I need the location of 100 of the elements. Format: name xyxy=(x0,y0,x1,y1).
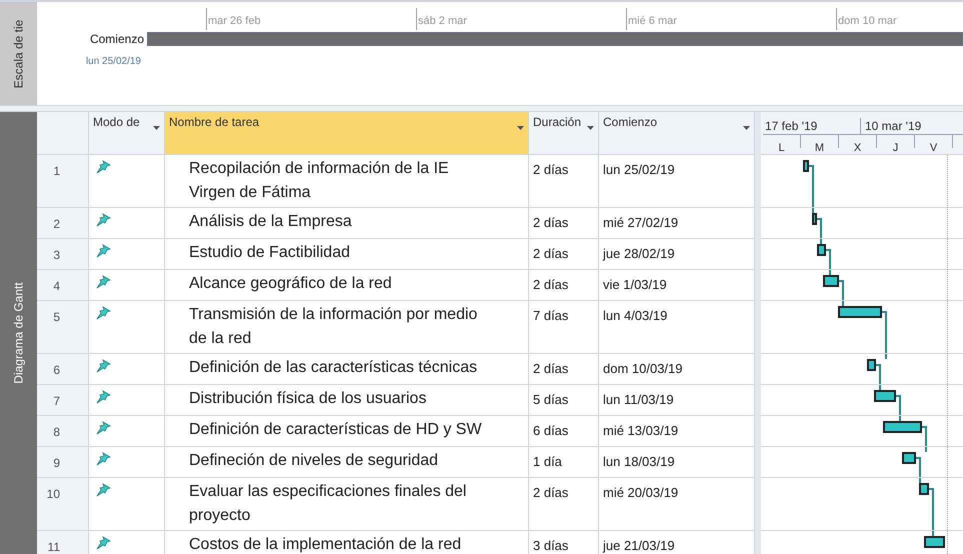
task-duration: 3 días xyxy=(533,538,568,553)
row-number: 11 xyxy=(48,540,60,554)
task-duration: 2 días xyxy=(533,162,568,177)
task-start: lun 18/03/19 xyxy=(603,454,675,469)
start-label: Comienzo xyxy=(88,31,145,48)
row-header[interactable]: 3 xyxy=(37,239,89,269)
view-side-tab[interactable]: Diagrama de Gantt xyxy=(0,112,37,554)
dropdown-caret-icon[interactable] xyxy=(153,126,160,130)
task-duration: 6 días xyxy=(533,423,568,438)
task-start: vie 1/03/19 xyxy=(603,277,667,292)
task-name: Transmisión de la información por medio de la red xyxy=(189,306,478,347)
gantt-bar[interactable] xyxy=(838,306,882,318)
gantt-bar[interactable] xyxy=(883,421,922,433)
task-name: Costos de la implementación de la red xyxy=(189,536,462,553)
task-name: Recopilación de información de la IE Virgen de Fátima xyxy=(189,160,449,201)
gantt-bar[interactable] xyxy=(812,213,817,225)
task-name: Distribución física de los usuarios xyxy=(189,390,426,407)
task-duration: 2 días xyxy=(533,215,568,230)
pushpin-icon xyxy=(95,244,111,258)
start-date: lun 25/02/19 xyxy=(86,56,141,67)
task-duration: 1 día xyxy=(533,454,562,469)
column-header[interactable]: Modo de xyxy=(89,112,165,154)
task-start: mié 20/03/19 xyxy=(603,485,678,500)
task-name: Defineción de niveles de seguridad xyxy=(189,452,438,469)
task-start: jue 28/02/19 xyxy=(603,246,675,261)
timeline-date: mar 26 feb xyxy=(207,15,261,27)
column-header[interactable]: Duración xyxy=(529,112,599,154)
task-start: mié 27/02/19 xyxy=(603,215,678,230)
task-start: lun 11/03/19 xyxy=(603,392,674,407)
timescale-period: 10 mar '19 xyxy=(860,118,922,134)
pushpin-icon xyxy=(95,213,111,227)
row-header[interactable]: 2 xyxy=(37,208,89,238)
row-number: 4 xyxy=(53,279,60,293)
timescale-day: J xyxy=(892,142,898,154)
row-header[interactable]: 5 xyxy=(37,301,89,353)
task-start: jue 21/03/19 xyxy=(603,538,675,553)
task-duration: 5 días xyxy=(533,392,568,407)
gantt-bar[interactable] xyxy=(902,452,916,464)
task-name: Análisis de la Empresa xyxy=(189,213,352,230)
task-duration: 7 días xyxy=(533,308,568,323)
task-start: lun 25/02/19 xyxy=(603,162,675,177)
gantt-bar[interactable] xyxy=(919,483,929,495)
timeline-date: sáb 2 mar xyxy=(417,15,467,27)
task-start: mié 13/03/19 xyxy=(603,423,678,438)
task-name: Estudio de Factibilidad xyxy=(189,244,350,261)
pushpin-icon xyxy=(95,483,111,497)
dropdown-caret-icon[interactable] xyxy=(517,126,524,130)
pushpin-icon xyxy=(95,359,111,373)
task-name: Evaluar las especificaciones finales del proyecto xyxy=(189,483,466,524)
row-header[interactable]: 11 xyxy=(37,531,89,554)
timescale-period: 17 feb '19 xyxy=(764,118,818,134)
task-start: dom 10/03/19 xyxy=(603,361,683,376)
row-header[interactable]: 7 xyxy=(37,385,89,415)
pushpin-icon xyxy=(95,421,111,435)
gantt-bar[interactable] xyxy=(823,275,839,287)
gantt-bar[interactable] xyxy=(867,359,876,371)
row-number: 9 xyxy=(53,456,60,470)
timescale-day: M xyxy=(814,142,824,154)
gantt-bar[interactable] xyxy=(874,390,896,402)
row-number: 8 xyxy=(53,425,60,439)
task-duration: 2 días xyxy=(533,277,568,292)
row-number: 10 xyxy=(46,487,60,501)
task-duration: 2 días xyxy=(533,246,568,261)
row-number: 3 xyxy=(53,248,60,262)
timescale-day: V xyxy=(930,142,938,154)
task-name: Alcance geográfico de la red xyxy=(189,275,392,292)
row-number: 7 xyxy=(53,394,60,408)
row-header[interactable]: 10 xyxy=(37,478,89,530)
task-duration: 2 días xyxy=(533,485,568,500)
dropdown-caret-icon[interactable] xyxy=(743,126,750,130)
pushpin-icon xyxy=(95,306,111,320)
pushpin-icon xyxy=(95,390,111,404)
timeline-side-tab[interactable]: Escala de tie xyxy=(0,2,37,105)
column-header[interactable]: Nombre de tarea xyxy=(165,112,529,154)
task-name: Definición de las características técnicas xyxy=(189,359,478,376)
corner-cell[interactable] xyxy=(37,112,89,154)
row-header[interactable]: 4 xyxy=(37,270,89,300)
task-duration: 2 días xyxy=(533,361,568,376)
row-number: 2 xyxy=(53,217,60,231)
gantt-bar[interactable] xyxy=(924,536,945,548)
row-number: 5 xyxy=(53,310,60,324)
column-header[interactable]: Comienzo xyxy=(599,112,755,154)
dropdown-caret-icon[interactable] xyxy=(587,126,594,130)
pushpin-icon xyxy=(95,160,111,174)
pushpin-icon xyxy=(95,536,111,550)
row-number: 1 xyxy=(53,164,60,178)
gantt-bar[interactable] xyxy=(817,244,826,256)
timescale-day: L xyxy=(778,142,785,154)
row-header[interactable]: 8 xyxy=(37,416,89,446)
row-header[interactable]: 1 xyxy=(37,155,89,207)
row-header[interactable]: 6 xyxy=(37,354,89,384)
pushpin-icon xyxy=(95,275,111,289)
task-name: Definición de características de HD y SW xyxy=(189,421,482,438)
timescale-day: X xyxy=(854,142,862,154)
task-start: lun 4/03/19 xyxy=(603,308,668,323)
gantt-bar[interactable] xyxy=(803,160,809,172)
timeline-date: mié 6 mar xyxy=(627,15,677,27)
pushpin-icon xyxy=(95,452,111,466)
row-header[interactable]: 9 xyxy=(37,447,89,477)
timeline-date: dom 10 mar xyxy=(837,15,897,27)
